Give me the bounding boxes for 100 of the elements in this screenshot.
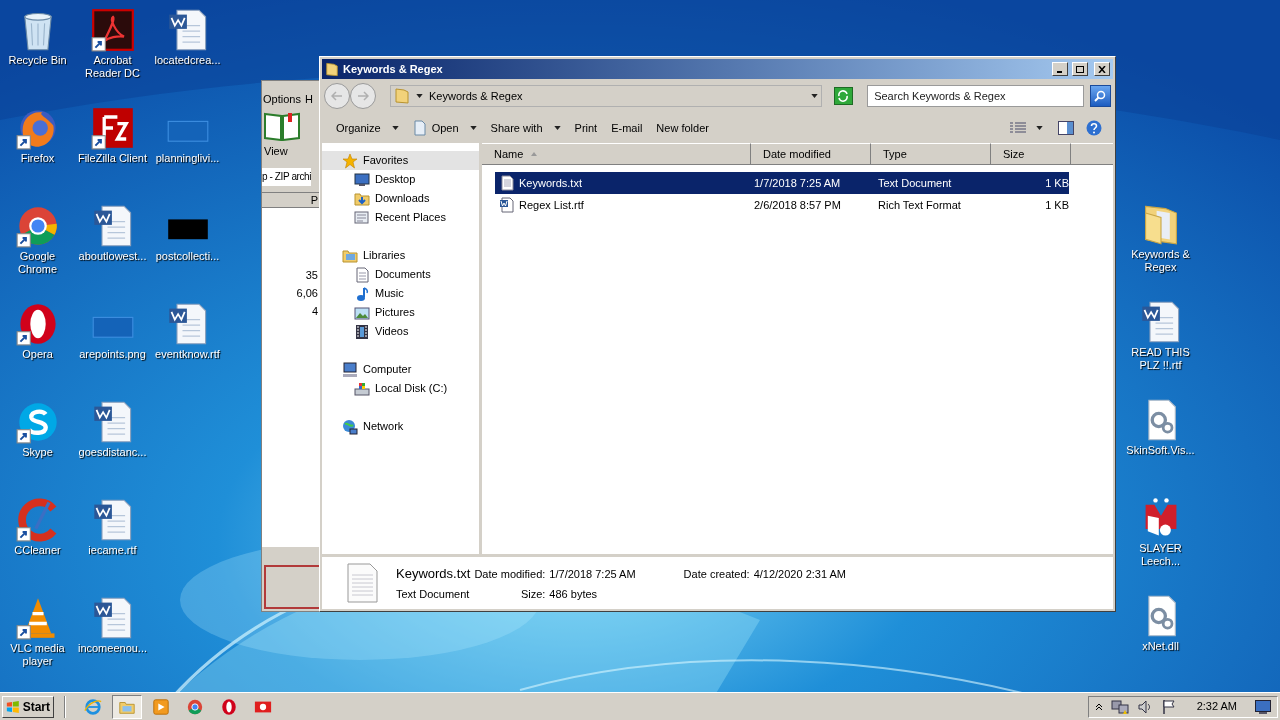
table-cell-text: 6,06	[296, 286, 319, 301]
table-cell-text: 35	[305, 268, 319, 283]
search-button[interactable]	[1089, 85, 1111, 107]
round-browser-icon[interactable]	[15, 204, 60, 248]
nav-item[interactable]: Recent Places	[322, 208, 479, 227]
icon-label: CCleaner	[13, 544, 62, 557]
speaker-icon[interactable]	[1136, 698, 1153, 715]
toolbar-button[interactable]: Print	[568, 117, 604, 139]
caret-icon	[553, 126, 561, 130]
nav-item[interactable]: Libraries	[322, 246, 479, 265]
ring-icon	[220, 697, 238, 716]
nav-item[interactable]: Favorites	[322, 151, 479, 170]
nav-item[interactable]: Network	[322, 417, 479, 436]
flag-icon[interactable]	[1160, 698, 1177, 715]
ftp-app-icon[interactable]	[90, 106, 135, 150]
icon-label: Skype	[21, 446, 54, 459]
toolbar-button[interactable]: E-mail	[605, 117, 649, 139]
list-view-icon	[1010, 122, 1026, 134]
nav-item[interactable]: Downloads	[322, 189, 479, 208]
file-row[interactable]: Keywords.txt 1/7/2018 7:25 AM Text Document 1 KB	[495, 172, 1069, 194]
icon-label: goesdistanc...	[77, 446, 148, 459]
table-cell-text: 4	[311, 304, 319, 319]
book-icon	[264, 111, 300, 141]
icon-label: aboutlowest...	[77, 250, 148, 263]
table-cell-text: Rich Text Format	[877, 197, 962, 213]
refresh-button[interactable]	[833, 87, 854, 105]
film-strip-icon	[354, 323, 370, 340]
icon-label: FileZilla Client	[76, 152, 149, 165]
maximize-button[interactable]	[1072, 62, 1088, 76]
table-cell-text: 2/6/2018 8:57 PM	[754, 197, 842, 213]
dropdown-caret-icon	[810, 94, 818, 98]
caret-icon	[1036, 126, 1043, 130]
chevron-up-icon[interactable]	[1094, 702, 1103, 711]
toolbar-button[interactable]: View	[264, 144, 288, 158]
file-name: Regex List.rtf	[519, 197, 584, 213]
music-note-icon	[354, 285, 370, 302]
icon-label: Opera	[21, 348, 54, 361]
network-icon[interactable]	[1110, 698, 1129, 715]
minimize-button[interactable]	[1052, 62, 1068, 76]
toolbar-button[interactable]: Open	[406, 117, 483, 139]
document-icon	[354, 266, 370, 283]
text-file-icon	[499, 175, 515, 191]
column-header[interactable]: Type	[871, 143, 991, 165]
disk-drive-icon	[354, 380, 370, 397]
toolbar-button[interactable]: Organize	[330, 117, 405, 139]
address-bar[interactable]: Keywords & Regex	[390, 85, 822, 107]
document-icon	[412, 120, 427, 136]
address-field[interactable]: p - ZIP archi	[262, 168, 312, 186]
column-header[interactable]: Name	[482, 143, 751, 165]
library-icon	[342, 247, 358, 264]
toolbar-button[interactable]: Share with	[484, 117, 567, 139]
icon-label: planninglivi...	[154, 152, 221, 165]
field-value: 4/12/2020 2:31 AM	[753, 566, 846, 582]
nav-item[interactable]: Documents	[322, 265, 479, 284]
clock[interactable]: 2:32 AM	[1196, 698, 1237, 715]
icon-label: Acrobat Reader DC	[84, 54, 141, 80]
nav-item[interactable]: Videos	[322, 322, 479, 341]
column-header[interactable]: P	[262, 192, 322, 208]
start-button[interactable]: Start	[2, 695, 54, 718]
icon-label: incomeenou...	[76, 642, 149, 655]
browser-e-icon	[84, 697, 102, 716]
chat-app-icon[interactable]	[15, 400, 60, 444]
monitor-icon	[354, 171, 370, 188]
table-cell-text: 1/7/2018 7:25 AM	[754, 175, 842, 191]
search-field[interactable]: Search Keywords & Regex	[867, 85, 1084, 107]
folder-icon	[394, 88, 410, 104]
sort-arrow-icon	[531, 152, 538, 156]
icon-label: iecame.rtf	[87, 544, 138, 557]
pane-icon	[1058, 121, 1074, 135]
document-app-icon[interactable]	[90, 8, 135, 52]
menu-item[interactable]: H	[304, 92, 313, 106]
icon-label: eventknow.rtf	[154, 348, 221, 361]
close-icon	[1098, 65, 1106, 73]
nav-item[interactable]: Computer	[322, 360, 479, 379]
nav-item[interactable]: Music	[322, 284, 479, 303]
menu-item[interactable]: Options	[263, 92, 301, 106]
network-icon	[342, 418, 358, 435]
caret-icon	[391, 126, 399, 130]
nav-item[interactable]: Pictures	[322, 303, 479, 322]
icon-label: Firefox	[19, 152, 56, 165]
nav-item[interactable]: Local Disk (C:)	[322, 379, 479, 398]
recent-places-icon	[354, 209, 370, 226]
icon-label: READ THIS PLZ !!.rtf	[1130, 346, 1191, 372]
show-desktop-icon[interactable]	[1255, 699, 1271, 714]
star-icon	[342, 152, 358, 169]
help-icon	[1086, 120, 1102, 136]
refresh-icon	[837, 90, 850, 102]
nav-item[interactable]: Desktop	[322, 170, 479, 189]
toolbar-button[interactable]: New folder	[650, 117, 715, 139]
taskbar-button[interactable]	[112, 694, 142, 719]
dialog-button[interactable]	[264, 565, 322, 609]
icon-label: Recycle Bin	[7, 54, 68, 67]
picture-icon	[354, 304, 370, 321]
close-button[interactable]	[1094, 62, 1110, 76]
column-header[interactable]: Size	[991, 143, 1071, 165]
file-name: Keywords.txt	[396, 564, 471, 583]
field-label: Size:	[519, 587, 546, 602]
column-header[interactable]: Date modified	[751, 143, 871, 165]
field-value: 486 bytes	[549, 587, 599, 602]
file-row[interactable]: Regex List.rtf 2/6/2018 8:57 PM Rich Text Format 1 KB	[495, 194, 1069, 216]
